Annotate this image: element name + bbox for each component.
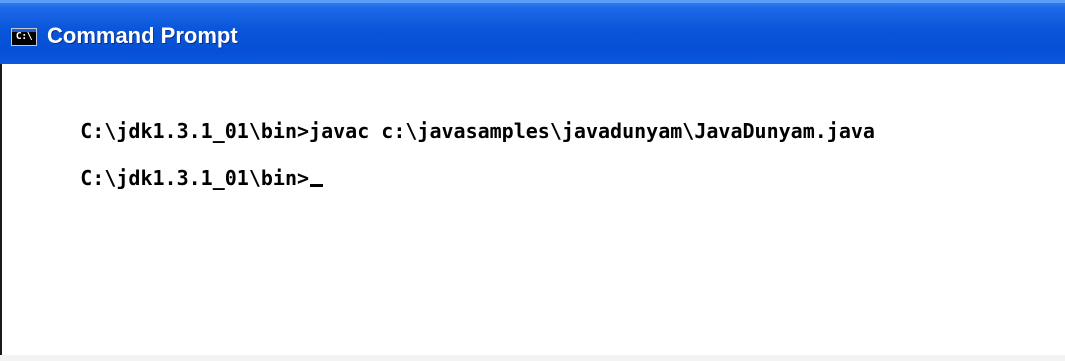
window-title: Command Prompt: [47, 23, 238, 48]
text-cursor: [310, 184, 324, 187]
command-prompt-text: C:\jdk1.3.1_01\bin>: [80, 166, 310, 190]
title-bar[interactable]: C:\ Command Prompt: [0, 0, 1065, 64]
console-area[interactable]: C:\jdk1.3.1_01\bin>javac c:\javasamples\…: [0, 64, 1065, 361]
title-bar-highlight: [0, 0, 1065, 3]
window-bottom-edge: [0, 355, 1065, 361]
command-prompt-window[interactable]: C:\ Command Prompt C:\jdk1.3.1_01\bin>ja…: [0, 0, 1065, 361]
command-prompt-icon[interactable]: C:\: [11, 28, 37, 46]
console-prompt-line[interactable]: C:\jdk1.3.1_01\bin>: [8, 139, 324, 217]
